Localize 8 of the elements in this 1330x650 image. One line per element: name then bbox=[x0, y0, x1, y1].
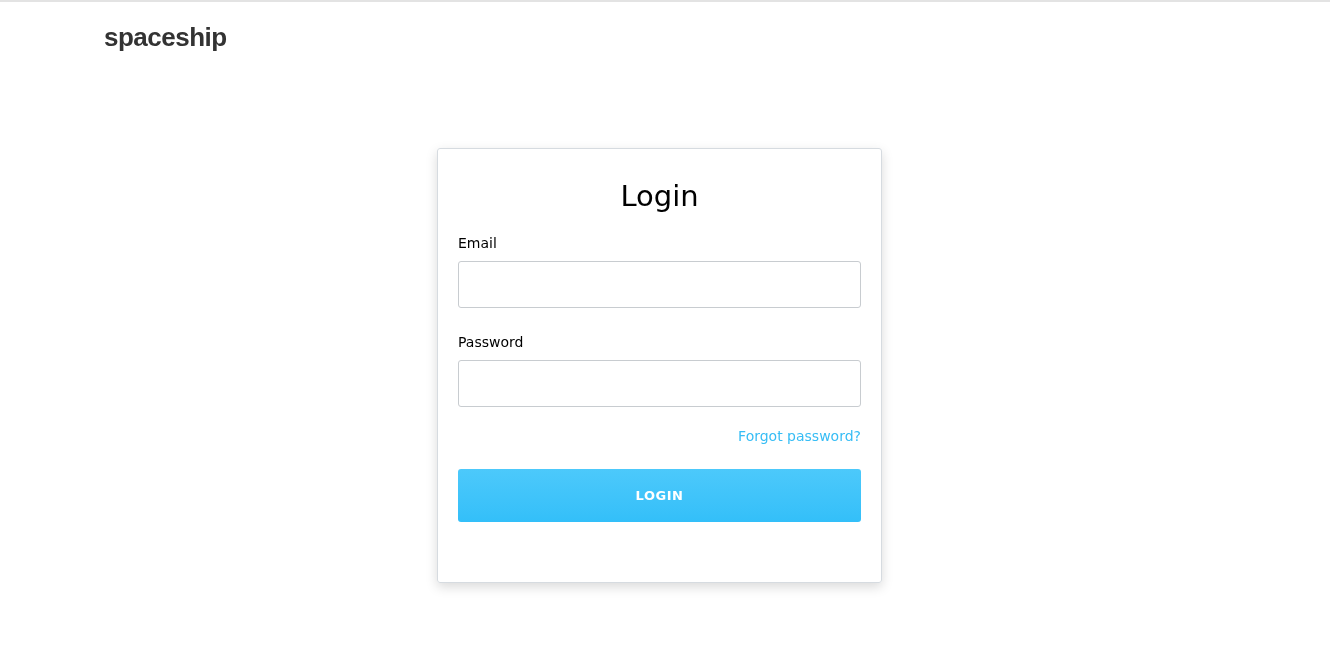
login-title: Login bbox=[620, 178, 699, 215]
field-label: Password bbox=[458, 333, 525, 352]
input-field[interactable] bbox=[458, 360, 861, 407]
logo: spaceship bbox=[104, 22, 227, 52]
input-field[interactable] bbox=[458, 261, 861, 308]
login-button[interactable]: LOGIN bbox=[458, 469, 861, 522]
field-label: Email bbox=[458, 234, 498, 253]
forgot-password-link[interactable]: Forgot password? bbox=[738, 426, 861, 446]
